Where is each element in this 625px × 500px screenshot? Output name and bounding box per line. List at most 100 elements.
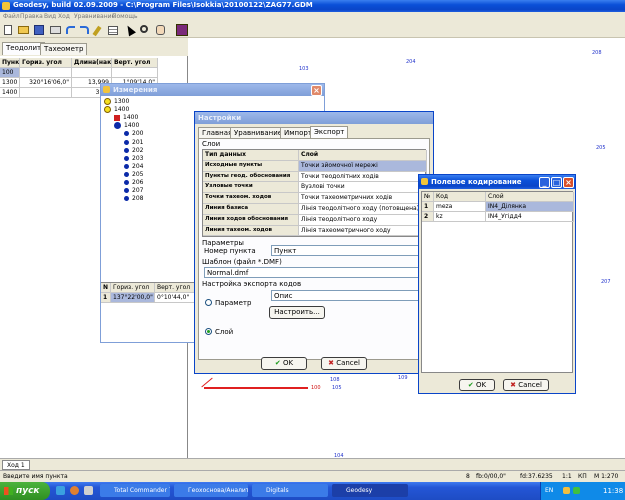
blue-dot-icon (124, 155, 129, 161)
taskbar-digitals[interactable]: Digitals (252, 484, 328, 497)
code-row-layer[interactable]: IN4_Ділянка (486, 202, 574, 212)
taskbar-geodesy[interactable]: Geodesy (332, 484, 408, 497)
quicklaunch-icon[interactable] (84, 486, 93, 495)
status-hint: Введите имя пункта (3, 473, 68, 480)
open-folder-icon[interactable] (18, 26, 29, 34)
template-field[interactable]: Normal.dmf (204, 267, 425, 278)
menu-traverse[interactable]: Ход (58, 13, 70, 20)
layer-row-value[interactable]: Лінія теодолітного ходу (299, 214, 427, 226)
field-coding-title: Полевое кодирование (431, 178, 522, 186)
layer-row-value[interactable]: Точки тахеометричних ходів (299, 193, 427, 204)
menu-view[interactable]: Вид (44, 13, 56, 20)
code-row-code[interactable]: kz (434, 212, 486, 222)
menu-edit[interactable]: Правка (20, 13, 43, 20)
tree-item-label: 1400 (123, 114, 139, 122)
tree-item[interactable]: 1400 (114, 122, 139, 130)
language-indicator[interactable]: EN (545, 487, 553, 494)
settings-ok-button[interactable]: ✔ OK (261, 357, 307, 370)
cross-icon: ✖ (510, 381, 516, 389)
close-icon[interactable]: × (563, 177, 574, 188)
layer-row-value[interactable]: Лінія теодолітного ходу (потовщена) (299, 204, 427, 215)
pointer-icon[interactable] (124, 23, 136, 37)
configure-button[interactable]: Настроить... (269, 306, 325, 319)
layer-row-value[interactable]: Точки теодолітних ходів (299, 171, 427, 183)
table-cell[interactable] (20, 88, 72, 98)
tree-item[interactable]: 202 (124, 147, 143, 155)
tray-icon[interactable] (573, 487, 580, 494)
save-icon[interactable] (34, 25, 44, 35)
layer-row-value[interactable]: Точки зйомочної мережі (299, 160, 427, 172)
traverse-tabs: Ход 1 (0, 458, 625, 470)
point-number-field[interactable]: Пункт (271, 245, 425, 256)
check-icon: ✔ (467, 381, 474, 389)
print-icon[interactable] (50, 26, 61, 34)
grid-row-vert[interactable]: 0°10'44,0" (155, 293, 199, 303)
menu-file[interactable]: Файл (3, 13, 20, 20)
table-cell-hz[interactable]: 320°16'06,0" (20, 78, 72, 88)
tree-item[interactable]: 203 (124, 155, 143, 163)
main-title-bar[interactable]: Geodesy, build 02.09.2009 - C:\Program F… (0, 0, 625, 12)
table-row-point[interactable]: 100 (0, 68, 20, 78)
table-row-point[interactable]: 1400 (0, 88, 20, 98)
blue-dot-icon (124, 171, 129, 177)
table-cell[interactable] (112, 68, 158, 78)
tree-item[interactable]: 201 (124, 139, 143, 147)
menu-help[interactable]: Помощь (112, 13, 138, 20)
table-icon[interactable] (108, 26, 118, 35)
menu-adjust[interactable]: Уравнивание (74, 13, 115, 20)
tree-item[interactable]: 206 (124, 179, 143, 187)
radio-layer[interactable] (205, 328, 212, 335)
code-col-layer: Слой (486, 192, 574, 202)
settings-cancel-button[interactable]: ✖ Cancel (321, 357, 367, 370)
table-cell[interactable] (72, 68, 112, 78)
hand-icon[interactable] (156, 25, 165, 35)
radio-param[interactable] (205, 299, 212, 306)
tree-item-label: 205 (132, 170, 144, 178)
grid-row-n[interactable]: 1 (101, 293, 111, 303)
tab-theodolite[interactable]: Теодолит (2, 42, 46, 55)
new-file-icon[interactable] (4, 25, 12, 35)
edit-icon[interactable] (92, 25, 102, 37)
tab-tacheometer[interactable]: Тахеометр (40, 43, 88, 55)
quicklaunch-icon[interactable] (70, 486, 79, 495)
settings-page: Слои Тип данных Слой Исходные пункты Точки … (198, 138, 430, 360)
code-row-layer[interactable]: IN4_Угідд4 (486, 212, 574, 222)
zoom-icon[interactable] (140, 25, 148, 33)
description-field[interactable]: Опис (271, 290, 425, 301)
tab-traverse-1[interactable]: Ход 1 (2, 460, 30, 470)
field-coding-title-bar[interactable]: Полевое кодирование _ □ × (419, 175, 575, 189)
grid-row-hz[interactable]: 137°22'00,0" (111, 293, 155, 303)
layer-row-value[interactable]: Лінія тахеометричного ходу (299, 225, 427, 237)
code-row-n: 2 (422, 212, 434, 222)
close-icon[interactable]: × (311, 85, 322, 96)
taskbar-total-commander[interactable]: Total Commander 7.0... (100, 484, 170, 497)
tray-icon[interactable] (563, 487, 570, 494)
redo-icon[interactable] (80, 26, 89, 34)
code-row-code[interactable]: meza (434, 202, 486, 212)
tree-item[interactable]: 207 (124, 187, 143, 195)
tree-item[interactable]: 204 (124, 163, 143, 171)
tree-item[interactable]: 1300 (104, 98, 129, 106)
tree-item[interactable]: 208 (124, 195, 143, 203)
field-coding-cancel-button[interactable]: ✖ Cancel (503, 379, 549, 391)
minimize-icon[interactable]: _ (539, 177, 550, 188)
table-row-point[interactable]: 1300 (0, 78, 20, 88)
taskbar-geoosnova[interactable]: Геохоснова/Аналит... (174, 484, 248, 497)
settings-title-bar[interactable]: Настройки (195, 112, 433, 124)
tree-item[interactable]: 1400 (114, 114, 138, 122)
tree-item[interactable]: 205 (124, 171, 143, 179)
table-cell[interactable] (20, 68, 72, 78)
start-button[interactable]: пуск (0, 482, 50, 500)
app-icon (2, 2, 10, 10)
chart-icon[interactable] (176, 24, 188, 36)
tree-item[interactable]: 200 (124, 130, 143, 138)
measurements-title-bar[interactable]: Измерения × (101, 84, 324, 96)
maximize-icon[interactable]: □ (551, 177, 562, 188)
layer-row-value[interactable]: Вузлові точки (299, 182, 427, 194)
field-coding-ok-button[interactable]: ✔ OK (459, 379, 495, 391)
tab-adjust[interactable]: Уравнивание (230, 127, 287, 138)
tab-export[interactable]: Экспорт (310, 126, 349, 138)
undo-icon[interactable] (66, 26, 75, 34)
tree-item[interactable]: 1400 (104, 106, 129, 114)
quicklaunch-icon[interactable] (56, 486, 65, 495)
